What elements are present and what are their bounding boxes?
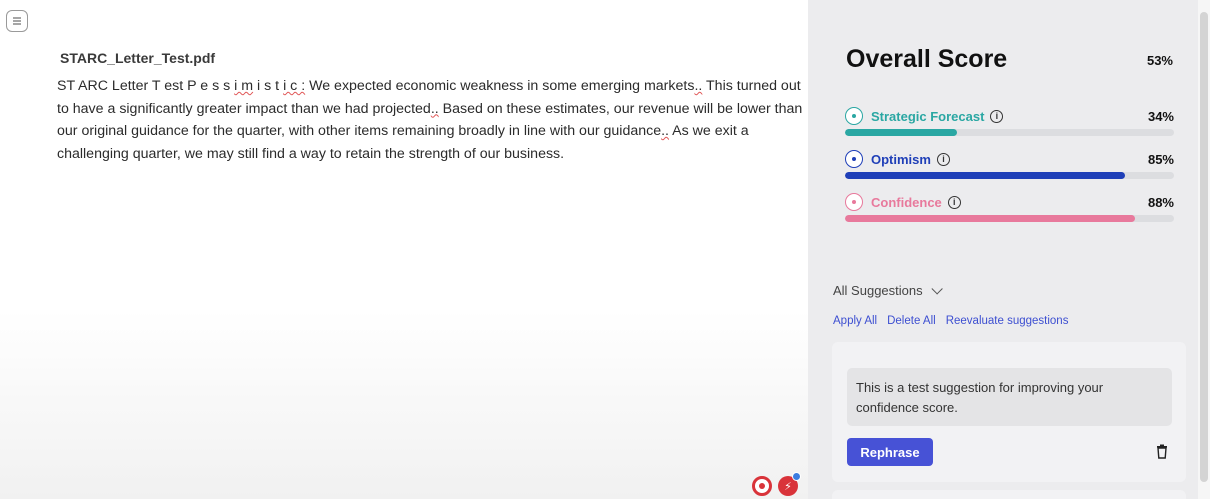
strategic-forecast-icon <box>845 107 863 125</box>
overall-score-title: Overall Score <box>846 45 1008 73</box>
metric-label: Strategic Forecast <box>871 108 985 124</box>
bolt-icon: ⚡ <box>784 480 792 493</box>
suggestion-card: This is a test suggestion for improving … <box>832 342 1186 482</box>
document-body[interactable]: ST ARC Letter T est P e s s i m i s t i … <box>57 75 805 165</box>
suggestion-actions: Apply All Delete All Reevaluate suggesti… <box>833 315 1068 327</box>
punctuation-marked-text[interactable]: .. <box>661 123 669 139</box>
suggestion-text: This is a test suggestion for improving … <box>847 368 1172 426</box>
metric-value: 88% <box>1147 194 1174 210</box>
confidence-icon <box>845 193 863 211</box>
extension-icon[interactable]: ⚡ <box>778 472 801 496</box>
notification-badge <box>792 472 801 481</box>
progress-track <box>845 215 1174 222</box>
progress-track <box>845 172 1174 179</box>
info-icon[interactable]: i <box>936 152 950 166</box>
metric-value: 85% <box>1147 151 1174 167</box>
target-icon[interactable] <box>752 476 772 496</box>
menu-toggle-button[interactable] <box>6 10 28 32</box>
info-icon[interactable]: i <box>947 195 961 209</box>
floating-extension-icons: ⚡ <box>752 472 801 496</box>
suggestions-label: All Suggestions <box>833 283 923 298</box>
document-editor: STARC_Letter_Test.pdf ST ARC Letter T es… <box>0 0 808 499</box>
spelling-marked-text[interactable]: i c : <box>283 78 305 94</box>
metric-label: Confidence <box>871 194 942 210</box>
apply-all-link[interactable]: Apply All <box>833 315 877 327</box>
optimism-icon <box>845 150 863 168</box>
rephrase-button[interactable]: Rephrase <box>847 438 933 466</box>
body-text: ST ARC Letter T est P e s s <box>57 78 235 94</box>
punctuation-marked-text[interactable]: .. <box>431 101 439 117</box>
suggestions-dropdown[interactable]: All Suggestions <box>833 282 943 298</box>
score-panel: Overall Score 53% Strategic Forecast i 3… <box>808 0 1198 499</box>
overall-score-value: 53% <box>1146 53 1173 68</box>
metric-value: 34% <box>1147 108 1174 124</box>
metric-optimism[interactable]: Optimism i 85% <box>845 150 1174 186</box>
progress-track <box>845 129 1174 136</box>
scrollbar-thumb[interactable] <box>1200 12 1208 482</box>
progress-fill <box>845 129 957 136</box>
document-title: STARC_Letter_Test.pdf <box>60 50 216 66</box>
panel-scrollbar[interactable] <box>1198 0 1210 499</box>
hamburger-icon <box>13 17 21 25</box>
info-icon[interactable]: i <box>990 109 1004 123</box>
reevaluate-link[interactable]: Reevaluate suggestions <box>946 315 1069 327</box>
metric-label: Optimism <box>871 151 931 167</box>
chevron-down-icon <box>931 282 943 295</box>
body-text: We expected economic weakness in some em… <box>305 78 695 94</box>
progress-fill <box>845 172 1125 179</box>
suggestion-card <box>832 490 1186 499</box>
spelling-marked-text[interactable]: i m <box>234 78 253 94</box>
metric-strategic-forecast[interactable]: Strategic Forecast i 34% <box>845 107 1174 143</box>
delete-all-link[interactable]: Delete All <box>887 315 936 327</box>
metric-confidence[interactable]: Confidence i 88% <box>845 193 1174 229</box>
progress-fill <box>845 215 1135 222</box>
body-text: i s t <box>253 78 284 94</box>
trash-icon[interactable] <box>1156 444 1168 459</box>
